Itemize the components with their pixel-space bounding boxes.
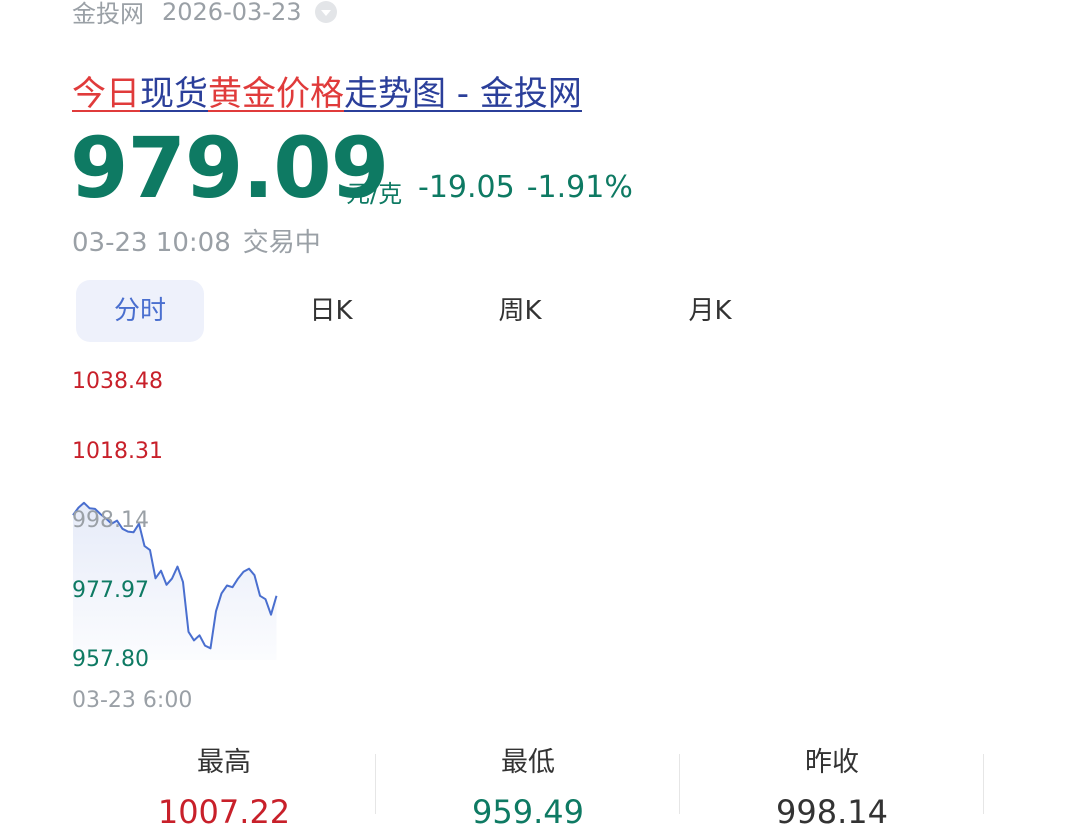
stat-prev-close: 昨收 998.14 bbox=[682, 740, 982, 831]
stat-prev-close-value: 998.14 bbox=[776, 793, 888, 831]
stat-high: 最高 1007.22 bbox=[74, 740, 374, 831]
y-tick-label: 1018.31 bbox=[72, 439, 163, 464]
stat-divider bbox=[679, 754, 680, 814]
stat-divider bbox=[375, 754, 376, 814]
y-tick-label: 1038.48 bbox=[72, 369, 163, 394]
y-tick-label: 957.80 bbox=[72, 647, 149, 672]
stat-prev-close-label: 昨收 bbox=[805, 747, 859, 778]
y-tick-label: 977.97 bbox=[72, 578, 149, 603]
x-axis-start-label: 03-23 6:00 bbox=[72, 688, 193, 713]
stat-low-label: 最低 bbox=[501, 747, 555, 778]
stat-low-value: 959.49 bbox=[472, 793, 584, 831]
stat-low: 最低 959.49 bbox=[378, 740, 678, 831]
stat-high-label: 最高 bbox=[197, 747, 251, 778]
stat-high-value: 1007.22 bbox=[157, 793, 291, 831]
y-tick-label: 998.14 bbox=[72, 508, 149, 533]
stat-divider bbox=[983, 754, 984, 814]
intraday-chart bbox=[72, 501, 278, 660]
